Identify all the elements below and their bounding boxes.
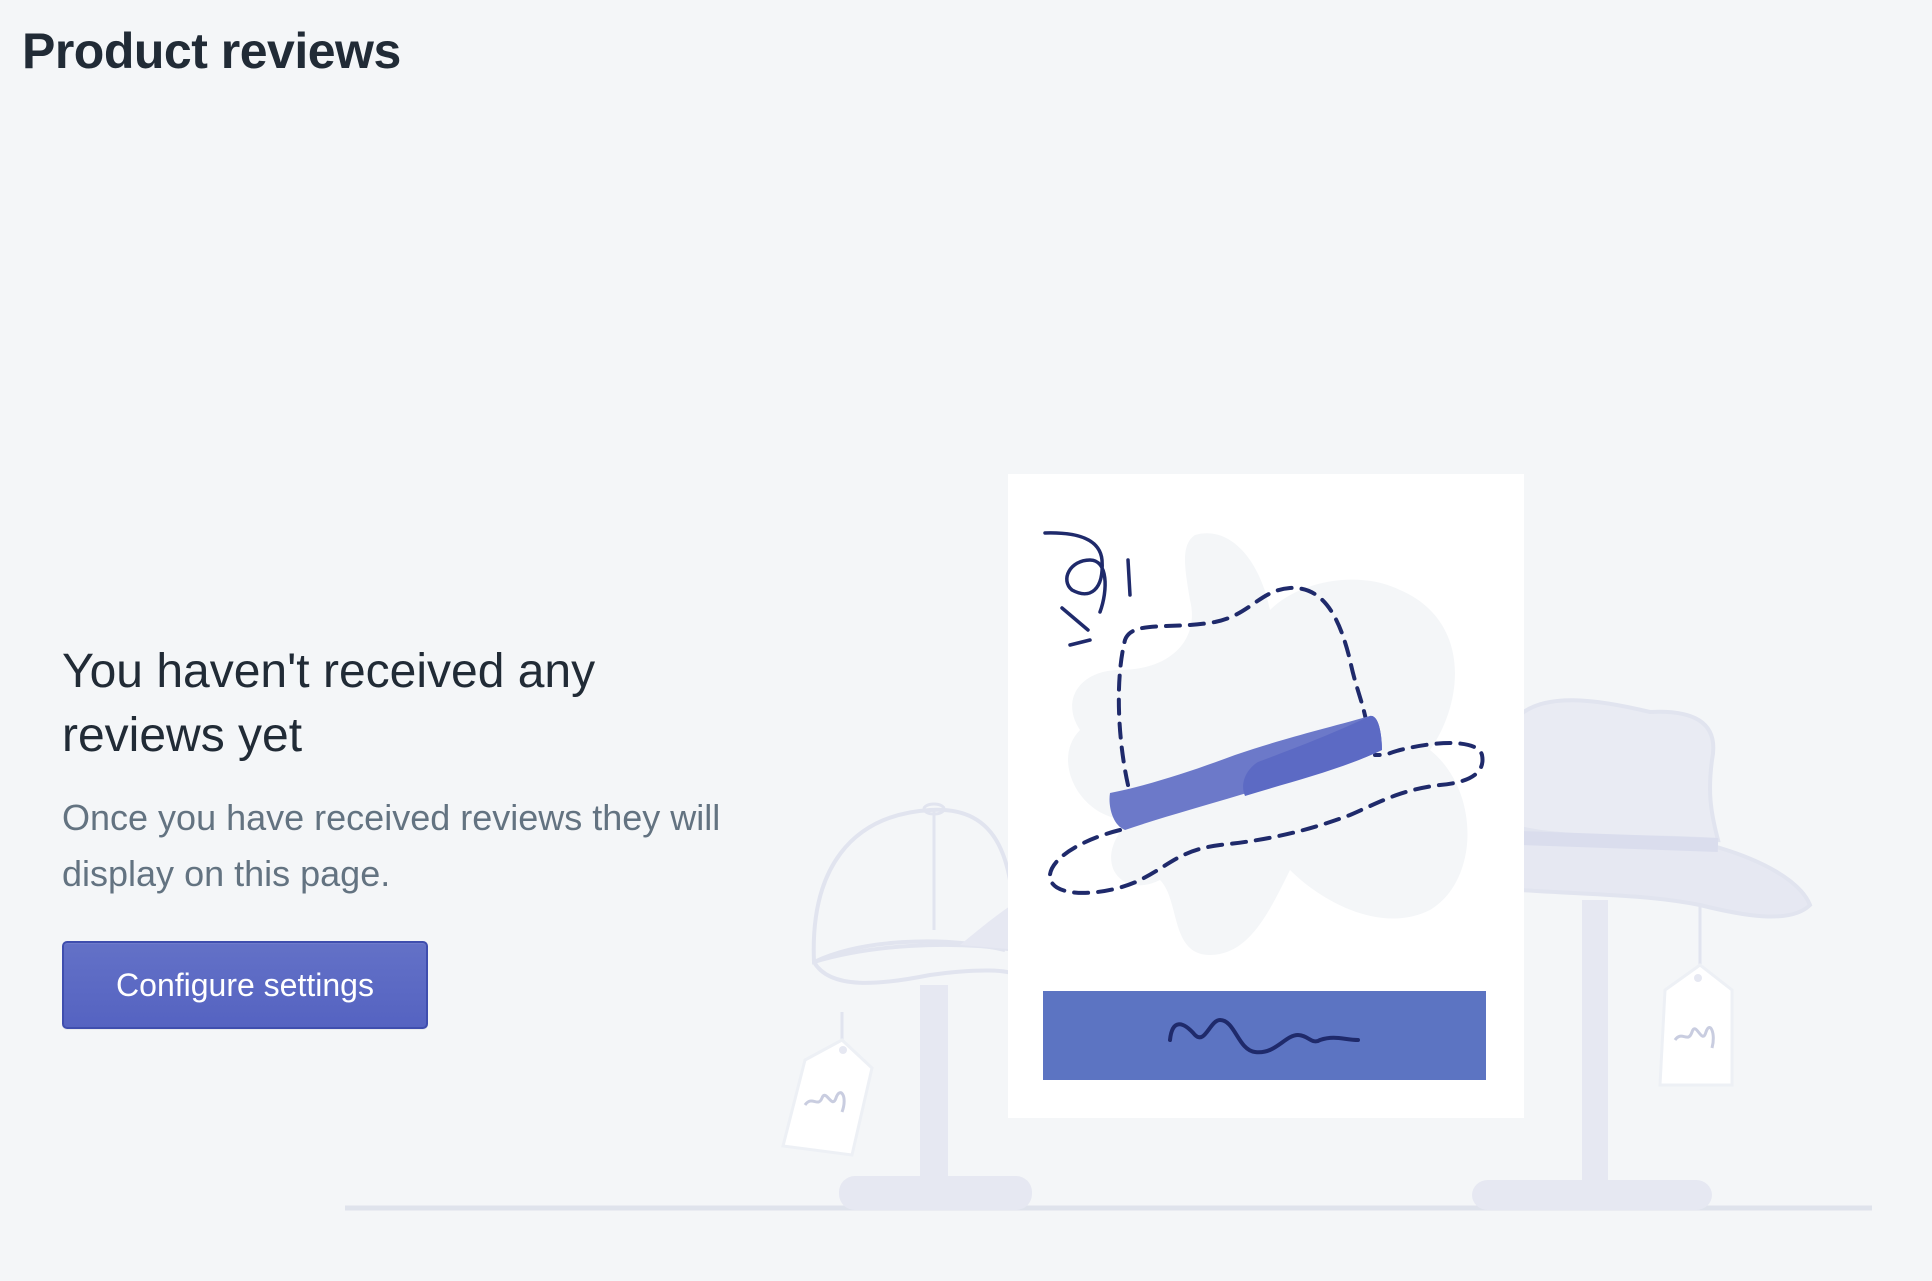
center-frame — [1008, 474, 1524, 1118]
configure-settings-button[interactable]: Configure settings — [62, 941, 428, 1029]
left-cap-stand — [781, 802, 1032, 1210]
empty-state: You haven't received any reviews yet Onc… — [62, 640, 742, 902]
empty-state-heading: You haven't received any reviews yet — [62, 645, 596, 762]
empty-state-description: Once you have received reviews they will… — [62, 797, 721, 894]
